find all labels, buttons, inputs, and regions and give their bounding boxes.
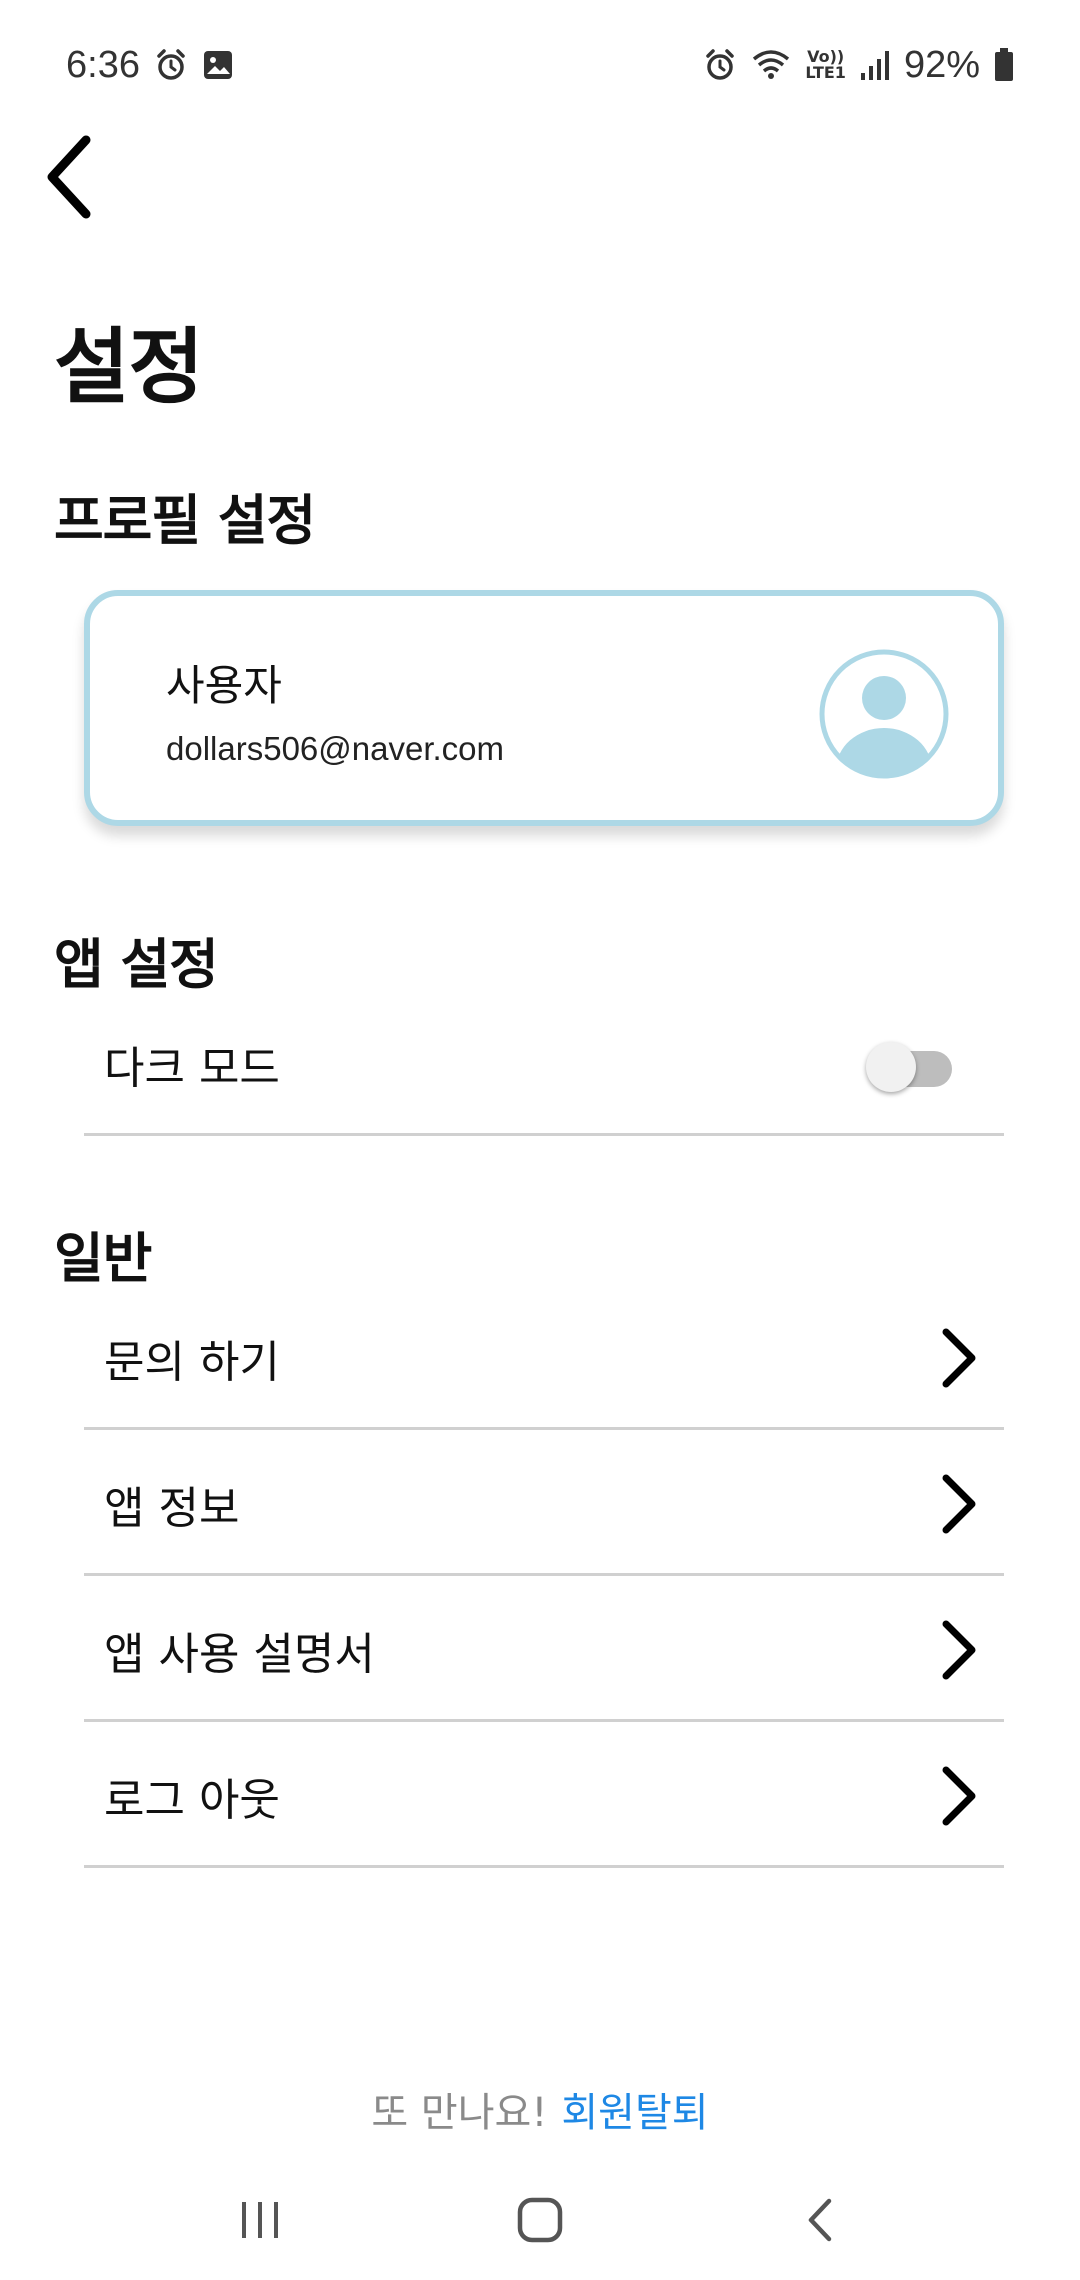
status-left: 6:36 <box>66 44 234 87</box>
menu-item-user-guide[interactable]: 앱 사용 설명서 <box>84 1580 1004 1722</box>
menu-item-label: 앱 정보 <box>104 1482 240 1534</box>
status-right: Vo)) LTE1 92% <box>703 44 1014 87</box>
menu-item-label: 문의 하기 <box>104 1336 280 1388</box>
menu-item-label: 로그 아웃 <box>104 1774 280 1826</box>
withdraw-link[interactable]: 회원탈퇴 <box>561 2090 708 2136</box>
page-title: 설정 <box>54 320 204 415</box>
signal-icon <box>860 49 890 81</box>
footer: 또 만나요! 회원탈퇴 <box>0 2080 1080 2138</box>
recent-apps-icon <box>242 2202 278 2238</box>
alarm-icon <box>154 48 188 82</box>
navigation-bar <box>0 2160 1080 2280</box>
system-back-button[interactable] <box>760 2180 880 2260</box>
user-avatar-icon <box>818 648 950 780</box>
farewell-text: 또 만나요! <box>371 2090 548 2136</box>
profile-email: dollars506@naver.com <box>166 730 505 767</box>
volte-lte-icon: Vo)) LTE1 <box>805 49 846 81</box>
chevron-right-icon <box>930 1615 986 1685</box>
toggle-knob <box>866 1041 916 1092</box>
dark-mode-toggle[interactable] <box>866 1039 956 1092</box>
profile-card[interactable]: 사용자 dollars506@naver.com <box>84 590 1004 826</box>
back-icon <box>808 2198 832 2242</box>
battery-percent: 92% <box>903 43 980 86</box>
profile-name: 사용자 <box>166 661 282 710</box>
wifi-icon <box>751 48 791 82</box>
dark-mode-label: 다크 모드 <box>104 1042 280 1094</box>
dark-mode-row: 다크 모드 <box>84 994 1004 1136</box>
home-icon <box>517 2197 563 2243</box>
status-time: 6:36 <box>66 43 140 86</box>
recent-apps-button[interactable] <box>200 2180 320 2260</box>
settings-screen: 6:36 Vo)) LTE1 92% 설정 프로필 설정 사용자 dollars… <box>0 0 1080 2280</box>
alarm-icon <box>703 48 737 82</box>
menu-item-inquiry[interactable]: 문의 하기 <box>84 1288 1004 1430</box>
status-bar: 6:36 Vo)) LTE1 92% <box>0 0 1080 130</box>
back-button[interactable] <box>28 132 108 222</box>
profile-section-title: 프로필 설정 <box>54 489 316 552</box>
chevron-left-icon <box>47 135 91 219</box>
home-button[interactable] <box>480 2180 600 2260</box>
chevron-right-icon <box>930 1761 986 1831</box>
menu-item-logout[interactable]: 로그 아웃 <box>84 1726 1004 1868</box>
general-section-title: 일반 <box>54 1227 152 1290</box>
menu-item-app-info[interactable]: 앱 정보 <box>84 1434 1004 1576</box>
battery-icon <box>994 48 1014 82</box>
chevron-right-icon <box>930 1323 986 1393</box>
chevron-right-icon <box>930 1469 986 1539</box>
lte-label: LTE1 <box>805 63 846 82</box>
menu-item-label: 앱 사용 설명서 <box>104 1628 375 1680</box>
app-section-title: 앱 설정 <box>54 933 219 996</box>
gallery-icon <box>202 49 234 81</box>
